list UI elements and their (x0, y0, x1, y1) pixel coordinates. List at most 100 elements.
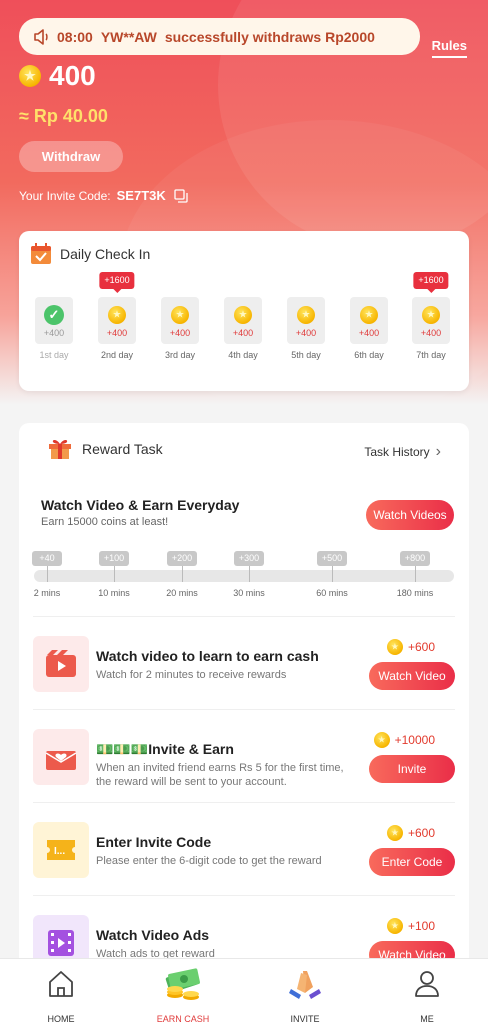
coin-icon (108, 306, 126, 324)
watch-milestone: +500 60 mins (312, 548, 352, 598)
task-history-link[interactable]: Task History › (364, 443, 441, 461)
checkin-day-box: +400 (350, 297, 388, 344)
invite-hands-icon (289, 971, 321, 999)
gift-icon (49, 439, 71, 459)
task-row: 💵💵💵Invite & Earn When an invited friend e… (33, 709, 455, 801)
checkin-header: Daily Check In (30, 243, 150, 265)
task-row: Watch video to learn to earn cash Watch f… (33, 616, 455, 708)
coin-icon (386, 825, 403, 841)
coin-icon (386, 918, 403, 934)
watch-milestone: +40 2 mins (27, 548, 67, 598)
invite-code-value: SE7T3K (116, 188, 166, 203)
watch-everyday-subtitle: Earn 15000 coins at least! (41, 516, 169, 528)
checkin-day-label: 2nd day (100, 350, 134, 360)
milestone-reward: +300 (234, 551, 264, 566)
checkin-day[interactable]: +400 6th day (350, 297, 388, 360)
daily-checkin-card: Daily Check In ✓ +400 1st day +400 2nd day +1… (19, 231, 469, 391)
milestone-time: 10 mins (98, 588, 130, 598)
checkin-day[interactable]: +400 2nd day (98, 297, 136, 360)
coin-icon (297, 306, 315, 324)
cash-coins-icon (165, 968, 200, 1000)
envelope-heart-icon (33, 729, 89, 785)
svg-text:I...: I... (54, 846, 65, 857)
invite-code-row: Your Invite Code: SE7T3K (19, 188, 188, 203)
checkin-day-label: 4th day (228, 350, 258, 360)
checkin-day-box: +400 (98, 297, 136, 344)
task-action-button[interactable]: Invite (369, 755, 455, 783)
checkin-bonus-badge: +1600 (413, 272, 449, 293)
milestone-reward: +500 (317, 551, 347, 566)
speaker-icon (34, 28, 48, 45)
milestone-reward: +200 (167, 551, 197, 566)
milestone-time: 20 mins (166, 588, 198, 598)
rules-link[interactable]: Rules (431, 38, 467, 58)
checkin-day[interactable]: +400 3rd day (161, 297, 199, 360)
task-description: Watch for 2 minutes to receive rewards (96, 669, 287, 681)
ticket-icon: I... (33, 822, 89, 878)
person-icon (415, 971, 439, 997)
checkin-day-box: +400 (287, 297, 325, 344)
milestone-tick (414, 566, 416, 582)
checkin-bonus-badge: +1600 (99, 272, 135, 293)
checkin-day-label: 1st day (39, 350, 69, 360)
video-play-icon (33, 636, 89, 692)
milestone-reward: +100 (99, 551, 129, 566)
copy-icon[interactable] (174, 188, 188, 203)
withdraw-button[interactable]: Withdraw (19, 141, 123, 172)
checkin-day[interactable]: +400 4th day (224, 297, 262, 360)
checkin-day[interactable]: +400 7th day (412, 297, 450, 360)
task-action-button[interactable]: Watch Video (369, 662, 455, 690)
nav-home[interactable]: HOME (16, 967, 106, 1024)
watch-videos-button[interactable]: Watch Videos (366, 500, 454, 530)
checkin-day-amount: +400 (169, 328, 191, 338)
coin-icon (422, 306, 440, 324)
checkin-day-label: 5th day (291, 350, 321, 360)
task-row: I... Enter Invite Code Please enter the 6-… (33, 802, 455, 894)
coin-icon (386, 639, 403, 655)
nav-earn-cash[interactable]: EARN CASH (138, 967, 228, 1024)
calendar-check-icon (31, 243, 51, 264)
checkin-day-box: +400 (412, 297, 450, 344)
task-reward: +10000 (373, 732, 435, 748)
reward-task-title: Reward Task (82, 441, 163, 457)
task-action-button[interactable]: Enter Code (369, 848, 455, 876)
nav-invite[interactable]: INVITE (260, 967, 350, 1024)
home-icon (49, 971, 73, 997)
milestone-reward: +800 (400, 551, 430, 566)
milestone-tick (331, 566, 333, 582)
milestone-time: 60 mins (316, 588, 348, 598)
nav-me-label: ME (420, 1014, 434, 1024)
checkin-day-box: +400 (224, 297, 262, 344)
checkin-day[interactable]: +400 5th day (287, 297, 325, 360)
task-title: Watch video to learn to earn cash (96, 648, 319, 664)
task-reward-value: +100 (407, 919, 435, 933)
task-title: 💵💵💵Invite & Earn (96, 741, 234, 757)
reward-task-header: Reward Task (48, 438, 163, 460)
rupiah-equivalent: ≈ Rp 40.00 (19, 106, 108, 126)
task-title: Enter Invite Code (96, 834, 212, 850)
reward-task-card: Reward Task Task History › Watch Video &… (19, 423, 469, 983)
coin-balance-value: 400 (49, 60, 96, 91)
task-reward: +600 (386, 825, 435, 841)
task-history-label: Task History (364, 445, 430, 459)
checkin-day-amount: +400 (43, 328, 65, 338)
invite-code-label: Your Invite Code: (19, 188, 111, 203)
watch-milestone: +100 10 mins (94, 548, 134, 598)
milestone-time: 30 mins (233, 588, 265, 598)
coin-icon (19, 65, 41, 87)
task-reward-value: +600 (407, 640, 435, 654)
task-description: When an invited friend earns Rs 5 for th… (96, 762, 344, 788)
nav-me[interactable]: ME (382, 967, 472, 1024)
coin-icon (373, 732, 390, 748)
checkin-day[interactable]: ✓ +400 1st day (35, 297, 73, 360)
checkin-day-amount: +400 (232, 328, 254, 338)
checkin-day-amount: +400 (295, 328, 317, 338)
checkin-day-amount: +400 (358, 328, 380, 338)
notice-user: YW**AW (100, 28, 157, 45)
watch-milestone: +800 180 mins (395, 548, 435, 598)
watch-everyday-title: Watch Video & Earn Everyday (41, 497, 240, 513)
task-reward: +100 (386, 918, 435, 934)
task-title: Watch Video Ads (96, 927, 210, 943)
task-reward: +600 (386, 639, 435, 655)
watch-milestone: +300 30 mins (229, 548, 269, 598)
